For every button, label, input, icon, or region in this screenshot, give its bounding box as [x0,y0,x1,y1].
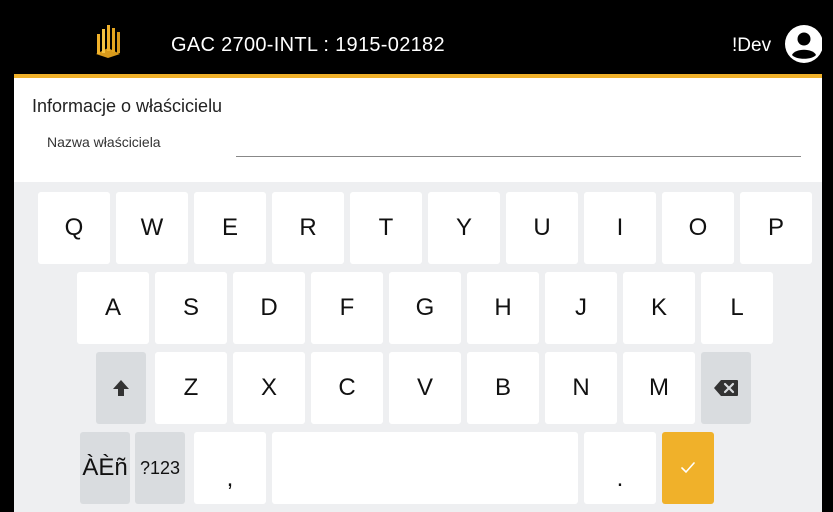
shift-key[interactable] [96,352,146,424]
key-v[interactable]: V [389,352,461,424]
key-n[interactable]: N [545,352,617,424]
enter-key[interactable] [662,432,714,504]
app-frame: GAC 2700-INTL : 1915-02182 !Dev Informac… [14,0,822,512]
checkmark-icon [681,462,695,474]
key-b[interactable]: B [467,352,539,424]
key-u[interactable]: U [506,192,578,264]
period-key[interactable]: . [584,432,656,504]
key-s[interactable]: S [155,272,227,344]
accents-key[interactable]: ÀÈñ [80,432,130,504]
key-q[interactable]: Q [38,192,110,264]
key-t[interactable]: T [350,192,422,264]
shift-arrow-icon [113,380,129,396]
key-x[interactable]: X [233,352,305,424]
key-c[interactable]: C [311,352,383,424]
on-screen-keyboard: Q W E R T Y U I O P A S D F G H J K L Z … [14,182,822,512]
key-j[interactable]: J [545,272,617,344]
gac-logo-icon [96,25,120,58]
symbols-key[interactable]: ?123 [135,432,185,504]
device-title: GAC 2700-INTL : 1915-02182 [171,34,445,56]
owner-name-input[interactable] [236,130,801,157]
key-y[interactable]: Y [428,192,500,264]
comma-key[interactable]: , [194,432,266,504]
header-accent-line [14,74,822,78]
key-g[interactable]: G [389,272,461,344]
key-p[interactable]: P [740,192,812,264]
key-r[interactable]: R [272,192,344,264]
backspace-key[interactable] [701,352,751,424]
key-a[interactable]: A [77,272,149,344]
key-w[interactable]: W [116,192,188,264]
key-m[interactable]: M [623,352,695,424]
account-circle-icon[interactable] [784,24,822,64]
key-f[interactable]: F [311,272,383,344]
section-title: Informacje o właścicielu [32,96,223,116]
key-o[interactable]: O [662,192,734,264]
user-label[interactable]: !Dev [732,35,771,57]
key-l[interactable]: L [701,272,773,344]
key-z[interactable]: Z [155,352,227,424]
key-k[interactable]: K [623,272,695,344]
key-e[interactable]: E [194,192,266,264]
key-h[interactable]: H [467,272,539,344]
space-key[interactable] [272,432,578,504]
owner-name-label: Nazwa właściciela [47,134,161,150]
key-d[interactable]: D [233,272,305,344]
key-i[interactable]: I [584,192,656,264]
backspace-icon [714,380,738,396]
top-bar: GAC 2700-INTL : 1915-02182 !Dev [14,0,822,78]
